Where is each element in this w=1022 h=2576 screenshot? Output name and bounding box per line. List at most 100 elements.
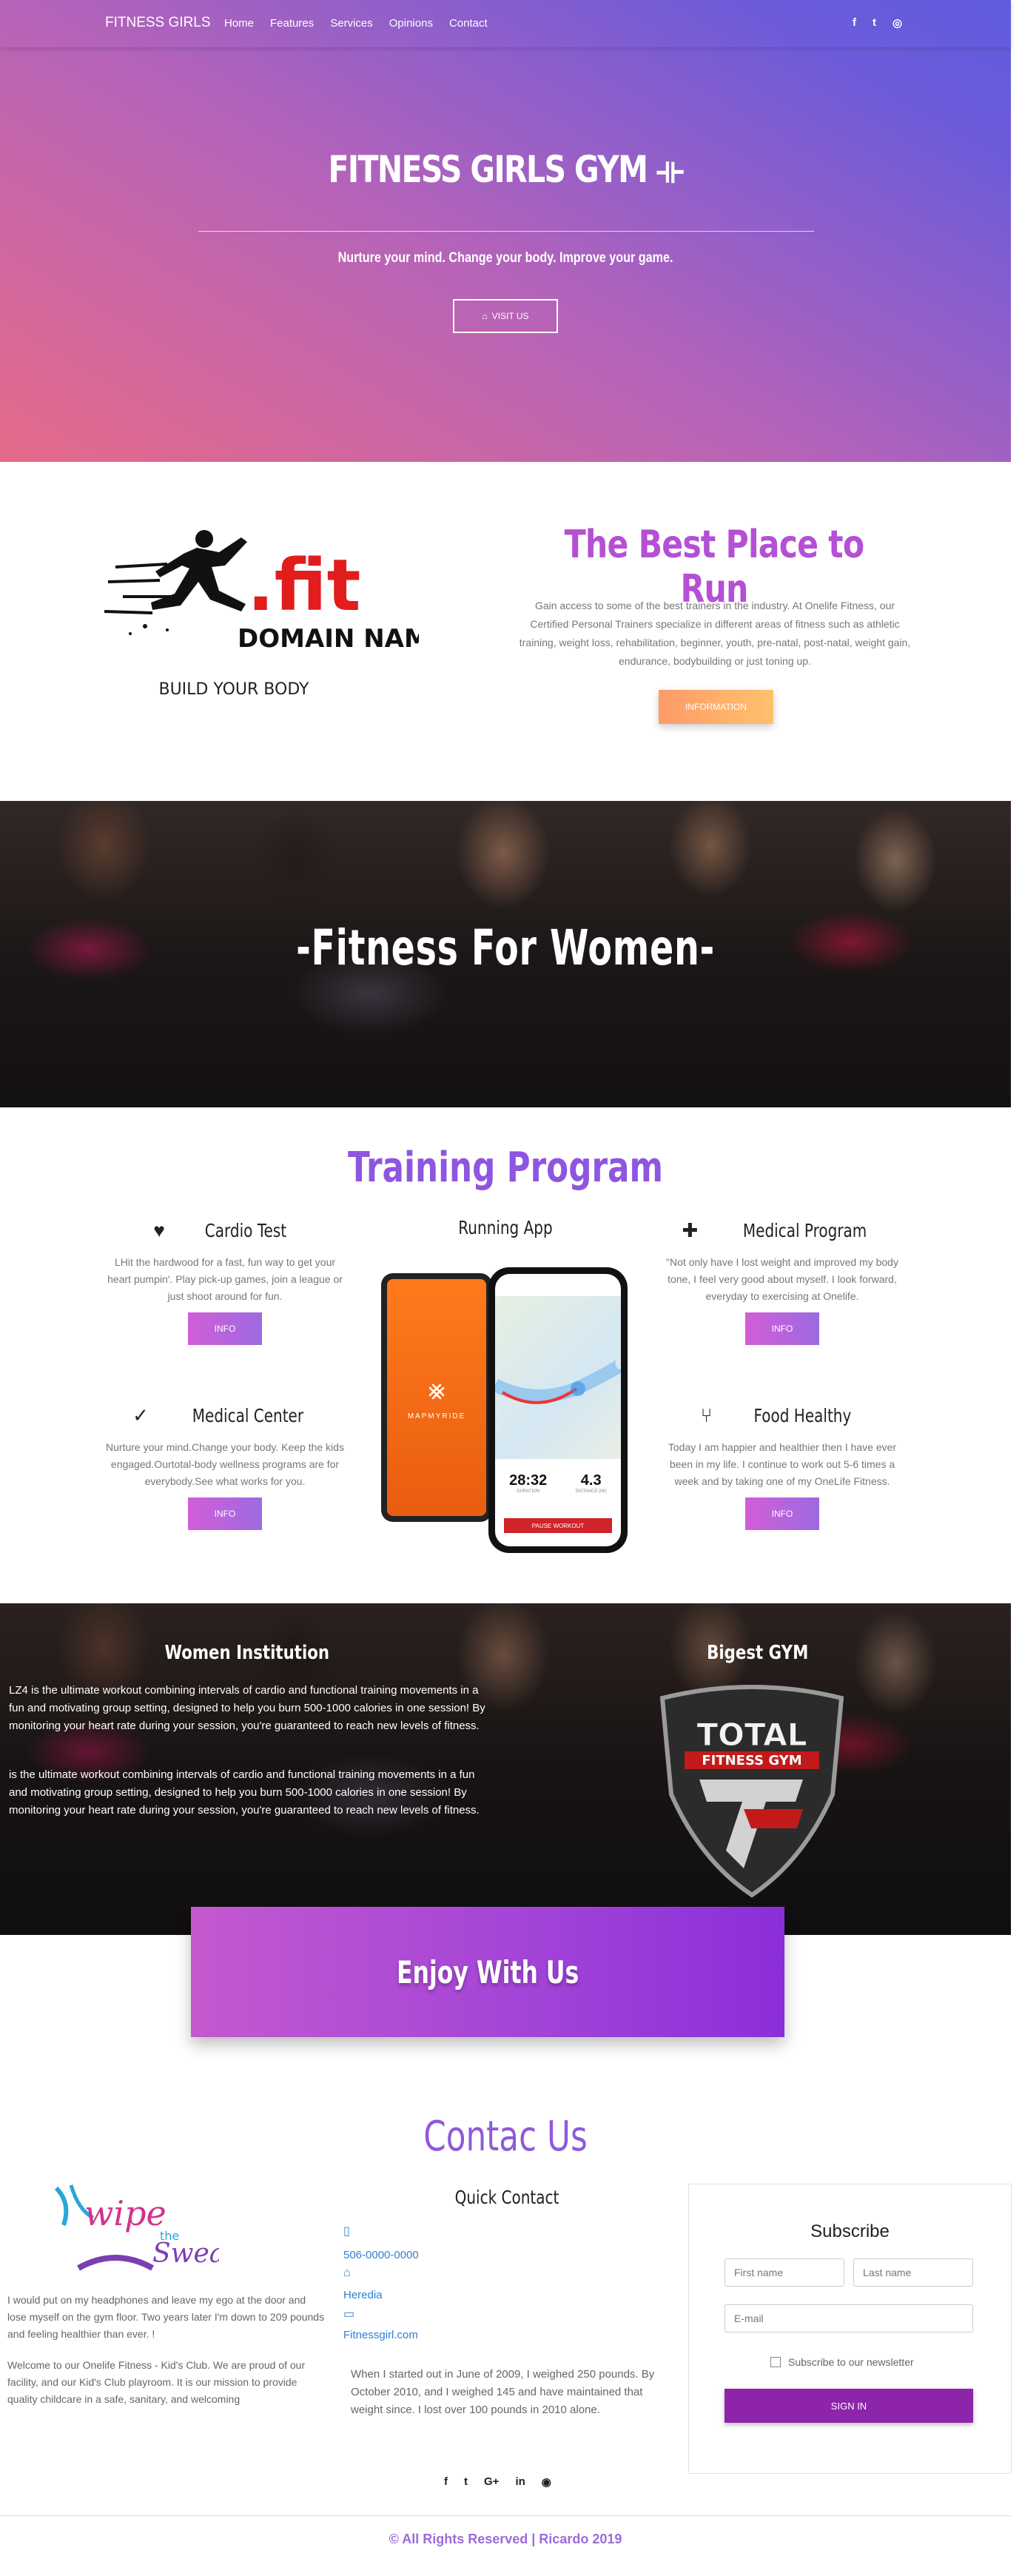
phone-mockup-left: ⨳ MAPMYRIDE (381, 1273, 492, 1522)
hero-divider (198, 231, 814, 232)
route-map-icon (495, 1356, 621, 1404)
contact-city: Heredia (343, 2289, 383, 2301)
enjoy-text: Enjoy With Us (396, 1953, 579, 1990)
card-title: Medical Program (743, 1219, 867, 1241)
nav-link-contact[interactable]: Contact (449, 17, 488, 30)
utensils-icon: ⑂ (700, 1403, 713, 1426)
spell-check-icon: ✓ (132, 1403, 149, 1426)
footer-social: f t G+ in ◉ (444, 2475, 551, 2489)
newsletter-label: Subscribe to our newsletter (788, 2356, 914, 2368)
nav-links: Home Features Services Opinions Contact (224, 17, 488, 30)
wipe-the-sweat-logo: wipe the Sweat (54, 2184, 219, 2271)
shield-top-text: TOTAL (696, 1717, 807, 1753)
fit-logo-text: .fit (247, 544, 361, 627)
card-title: Medical Center (192, 1404, 304, 1426)
card-title: Cardio Test (204, 1219, 286, 1241)
wipe-logo-sweat: Sweat (152, 2238, 219, 2269)
subscribe-form: Subscribe First name Last name E-mail Su… (688, 2184, 1012, 2474)
desktop-icon: ▭ (343, 2308, 355, 2321)
newsletter-checkbox-row[interactable]: Subscribe to our newsletter (770, 2356, 914, 2368)
dumbbell-icon: ⟛ (656, 148, 684, 191)
best-place-text: Gain access to some of the best trainers… (519, 600, 911, 667)
nav-social: f t ◎ (853, 16, 902, 30)
email-input[interactable]: E-mail (725, 2304, 973, 2332)
workout-distance: 4.3 (580, 1472, 602, 1489)
hero-title: FITNESS GIRLS GYM ⟛ (328, 148, 685, 191)
fitness-women-banner: -Fitness For Women- (0, 801, 1011, 1107)
card-text: Nurture your mind.Change your body. Keep… (106, 1441, 344, 1487)
card-cardio-test: ♥ Cardio Test LHit the hardwood for a fas… (103, 1215, 347, 1345)
hero-tagline: Nurture your mind. Change your body. Imp… (337, 250, 673, 266)
medical-program-info-button[interactable]: INFO (745, 1312, 819, 1345)
visit-us-button[interactable]: ⌂ VISIT US (453, 299, 558, 333)
institution-title: Women Institution (164, 1642, 330, 1664)
facebook-icon[interactable]: f (853, 16, 856, 30)
fitness-women-title: -Fitness For Women- (296, 919, 715, 976)
food-healthy-info-button[interactable]: INFO (745, 1497, 819, 1530)
contact-phone[interactable]: 506-0000-0000 (343, 2249, 419, 2261)
newsletter-checkbox[interactable] (770, 2357, 781, 2367)
nav-link-opinions[interactable]: Opinions (389, 17, 433, 30)
shield-sub-text: FITNESS GYM (702, 1753, 801, 1768)
linkedin-icon[interactable]: in (515, 2475, 525, 2489)
nav-link-services[interactable]: Services (330, 17, 373, 30)
medical-center-info-button[interactable]: INFO (188, 1497, 262, 1530)
phone-brand: MAPMYRIDE (407, 1412, 466, 1421)
home-icon: ⌂ (482, 311, 488, 321)
medical-kit-icon: ✚ (682, 1218, 699, 1241)
sign-in-button[interactable]: SIGN IN (725, 2389, 973, 2423)
first-name-input[interactable]: First name (725, 2258, 844, 2287)
map-view (495, 1296, 621, 1459)
card-text: "Not only have I lost weight and improve… (666, 1256, 898, 1302)
contact-text-1: I would put on my headphones and leave m… (7, 2294, 325, 2340)
contact-text-2: Welcome to our Onelife Fitness - Kid's C… (7, 2359, 306, 2405)
instagram-icon[interactable]: ◎ (892, 16, 902, 30)
heartbeat-icon: ♥ (153, 1218, 165, 1241)
card-medical-program: ✚ Medical Program "Not only have I lost w… (660, 1215, 904, 1345)
twitter-icon[interactable]: t (873, 16, 876, 30)
duration-label: DURATION (517, 1489, 540, 1494)
footer-divider (0, 2515, 1011, 2516)
nav-link-home[interactable]: Home (224, 17, 254, 30)
fit-domain-logo: .fit DOMAIN NAMES BUILD YOUR BODY (104, 530, 419, 699)
running-app-title: Running App (458, 1217, 553, 1238)
fit-logo-caption: BUILD YOUR BODY (158, 680, 309, 699)
last-name-input[interactable]: Last name (853, 2258, 973, 2287)
card-title: Food Healthy (753, 1404, 852, 1426)
enjoy-banner: Enjoy With Us (191, 1907, 784, 2037)
dribbble-icon[interactable]: ◉ (542, 2475, 551, 2489)
mobile-icon: ▯ (343, 2225, 350, 2238)
distance-label: DISTANCE (MI) (575, 1489, 607, 1494)
subscribe-title: Subscribe (810, 2221, 890, 2241)
home-icon: ⌂ (343, 2267, 351, 2279)
card-medical-center: ✓ Medical Center Nurture your mind.Change… (103, 1401, 347, 1530)
workout-duration: 28:32 (509, 1472, 548, 1489)
under-armour-logo-icon: ⨳ (428, 1375, 446, 1406)
card-food-healthy: ⑂ Food Healthy Today I am happier and hea… (660, 1401, 904, 1530)
institution-text-2: is the ultimate workout combining interv… (9, 1768, 480, 1817)
top-navbar: FITNESS GIRLS Home Features Services Opi… (0, 0, 1011, 47)
pause-workout-button[interactable]: PAUSE WORKOUT (504, 1518, 612, 1533)
information-button[interactable]: INFORMATION (659, 690, 773, 724)
fit-logo-sub: DOMAIN NAMES (238, 624, 419, 654)
cardio-info-button[interactable]: INFO (188, 1312, 262, 1345)
card-text: Today I am happier and healthier then I … (668, 1441, 897, 1487)
twitter-icon[interactable]: t (464, 2475, 468, 2489)
quick-contact-title: Quick Contact (454, 2187, 559, 2208)
nav-brand[interactable]: FITNESS GIRLS (105, 15, 211, 31)
google-plus-icon[interactable]: G+ (484, 2475, 499, 2489)
contact-note: When I started out in June of 2009, I we… (351, 2368, 655, 2416)
hero-section: FITNESS GIRLS GYM ⟛ Nurture your mind. C… (0, 0, 1011, 462)
facebook-icon[interactable]: f (444, 2475, 448, 2489)
contact-website[interactable]: Fitnessgirl.com (343, 2329, 418, 2341)
total-fitness-shield-logo: TOTAL FITNESS GYM (659, 1685, 844, 1898)
contact-title: Contac Us (423, 2113, 588, 2161)
card-text: LHit the hardwood for a fast, fun way to… (107, 1256, 343, 1302)
institution-text-1: LZ4 is the ultimate workout combining in… (9, 1684, 485, 1732)
wipe-logo-text: wipe (84, 2193, 167, 2233)
phone-mockup-right: 28:32 DURATION 4.3 DISTANCE (MI) PAUSE W… (488, 1267, 628, 1553)
biggest-gym-title: Bigest GYM (707, 1642, 809, 1664)
copyright-text: © All Rights Reserved | Ricardo 2019 (389, 2532, 622, 2546)
training-title: Training Program (347, 1144, 663, 1192)
nav-link-features[interactable]: Features (270, 17, 314, 30)
